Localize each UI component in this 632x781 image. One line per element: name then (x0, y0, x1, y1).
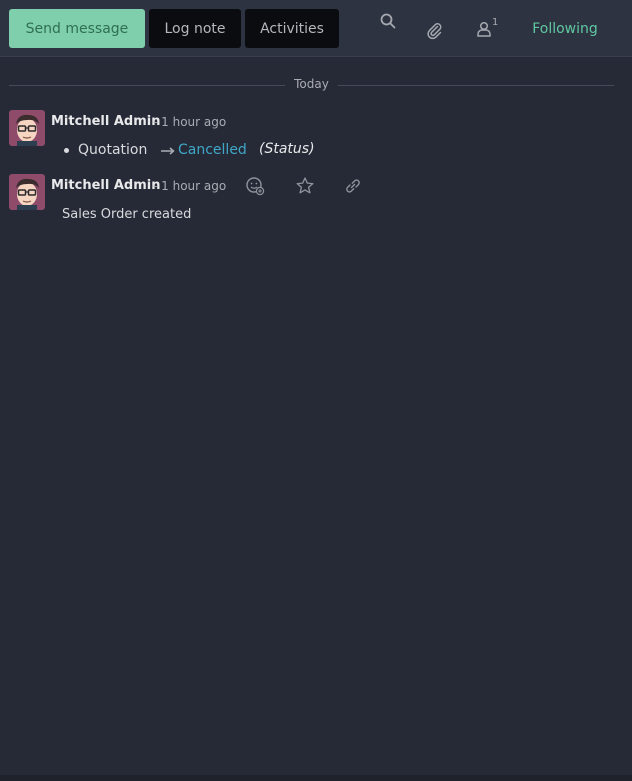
avatar-image (9, 174, 45, 210)
send-message-button[interactable]: Send message (9, 9, 145, 48)
message-date: - 1 hour ago (153, 179, 227, 193)
arrow-right-icon (161, 147, 175, 155)
tracking-new-value: Cancelled (178, 142, 247, 158)
date-separator-line (9, 85, 285, 86)
activities-button[interactable]: Activities (245, 9, 339, 48)
following-button[interactable]: Following (524, 18, 606, 40)
avatar-image (9, 110, 45, 146)
add-reaction-icon[interactable] (245, 176, 265, 196)
tracking-field-old-value: Quotation (78, 142, 148, 158)
follower-count: 1 (492, 17, 499, 28)
message-author[interactable]: Mitchell Admin (51, 114, 160, 129)
link-icon[interactable] (343, 176, 363, 196)
log-note-button[interactable]: Log note (149, 9, 241, 48)
date-separator-label: Today (294, 77, 329, 91)
tracking-field-label: (Status) (259, 141, 315, 157)
bottom-edge (0, 775, 632, 781)
avatar[interactable] (9, 174, 45, 210)
avatar[interactable] (9, 110, 45, 146)
user-icon[interactable] (475, 20, 493, 38)
chatter-topbar: Send message Log note Activities 1 Follo… (0, 0, 632, 57)
date-separator-line (338, 85, 614, 86)
message-body: Sales Order created (62, 207, 192, 222)
message-author[interactable]: Mitchell Admin (51, 178, 160, 193)
message-date: - 1 hour ago (153, 115, 227, 129)
search-icon[interactable] (379, 12, 397, 30)
list-bullet (64, 148, 69, 153)
star-icon[interactable] (295, 176, 315, 196)
paperclip-icon[interactable] (424, 20, 444, 40)
